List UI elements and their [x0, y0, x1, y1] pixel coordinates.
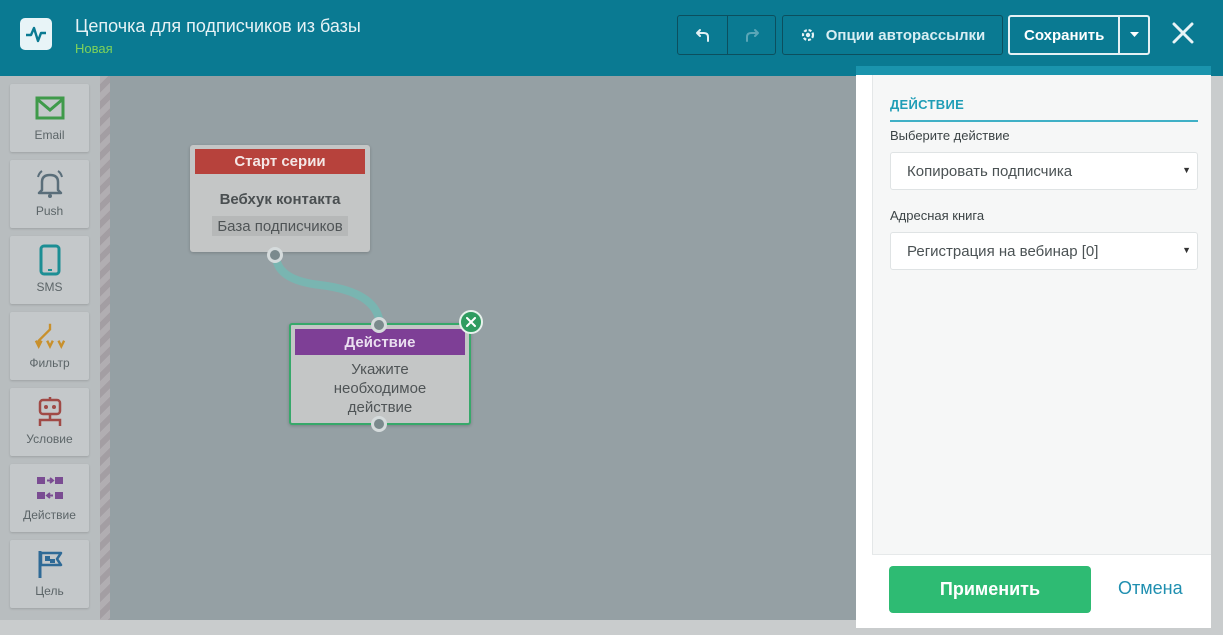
action-node-description: Укажите необходимое действие [333, 361, 427, 416]
pulse-icon[interactable] [20, 18, 52, 50]
save-button-group: Сохранить [1008, 15, 1150, 55]
close-icon [1172, 22, 1194, 44]
options-button[interactable]: Опции авторассылки [782, 15, 1003, 55]
action-node-input-port[interactable] [371, 317, 387, 333]
undo-button[interactable] [678, 16, 727, 54]
action-node[interactable]: Действие Укажите необходимое действие [289, 323, 471, 425]
tool-label: Цель [35, 584, 64, 598]
address-book-label: Адресная книга [890, 208, 985, 223]
page-title: Цепочка для подписчиков из базы [75, 16, 361, 36]
tool-label: Email [34, 128, 65, 142]
address-book-select[interactable]: Регистрация на вебинар [0] ▼ [890, 232, 1198, 270]
envelope-icon [34, 92, 66, 124]
save-dropdown-button[interactable] [1118, 17, 1148, 53]
tool-label: Фильтр [29, 356, 70, 370]
action-select-value: Копировать подписчика [907, 162, 1073, 180]
flag-icon [34, 548, 66, 580]
tool-label: Push [35, 204, 64, 218]
caret-down-icon [1129, 32, 1139, 37]
section-divider [890, 120, 1198, 122]
sidebar-divider [100, 76, 110, 620]
action-icon [34, 472, 66, 504]
start-node[interactable]: Старт серии Вебхук контакта База подписч… [190, 145, 370, 252]
start-node-tag: База подписчиков [212, 216, 348, 236]
top-header: Цепочка для подписчиков из базы Новая Оп… [0, 0, 1223, 76]
phone-icon [34, 244, 66, 276]
redo-button[interactable] [727, 16, 775, 54]
filter-icon [34, 320, 66, 352]
condition-icon [34, 396, 66, 428]
tool-goal[interactable]: Цель [10, 540, 89, 608]
tool-action[interactable]: Действие [10, 464, 89, 532]
history-button-group [677, 15, 776, 55]
panel-accent-bar [856, 66, 1211, 75]
start-node-output-port[interactable] [267, 247, 283, 263]
tool-label: Действие [23, 508, 76, 522]
undo-icon [695, 29, 709, 42]
start-node-header: Старт серии [195, 149, 365, 174]
status-label: Новая [75, 41, 113, 56]
tool-email[interactable]: Email [10, 84, 89, 152]
close-icon [466, 317, 476, 327]
bell-icon [34, 168, 66, 200]
action-settings-panel: ДЕЙСТВИЕ Выберите действие Копировать по… [856, 66, 1211, 628]
save-button[interactable]: Сохранить [1010, 17, 1118, 53]
cancel-button[interactable]: Отмена [1118, 578, 1183, 599]
section-title: ДЕЙСТВИЕ [890, 97, 965, 112]
close-button[interactable] [1168, 18, 1198, 48]
delete-node-button[interactable] [459, 310, 483, 334]
tool-label: Условие [26, 432, 73, 446]
tool-sms[interactable]: SMS [10, 236, 89, 304]
caret-down-icon: ▼ [1182, 245, 1191, 255]
tool-filter[interactable]: Фильтр [10, 312, 89, 380]
panel-footer: Применить Отмена [872, 554, 1211, 628]
redo-icon [745, 29, 759, 42]
action-node-output-port[interactable] [371, 416, 387, 432]
tool-label: SMS [36, 280, 63, 294]
apply-button[interactable]: Применить [889, 566, 1091, 613]
gear-icon [801, 28, 814, 42]
action-field-label: Выберите действие [890, 128, 1010, 143]
options-label: Опции авторассылки [825, 26, 986, 44]
address-book-value: Регистрация на вебинар [0] [907, 242, 1099, 260]
start-node-title: Вебхук контакта [219, 191, 341, 208]
tool-condition[interactable]: Условие [10, 388, 89, 456]
caret-down-icon: ▼ [1182, 165, 1191, 175]
tool-push[interactable]: Push [10, 160, 89, 228]
action-select[interactable]: Копировать подписчика ▼ [890, 152, 1198, 190]
